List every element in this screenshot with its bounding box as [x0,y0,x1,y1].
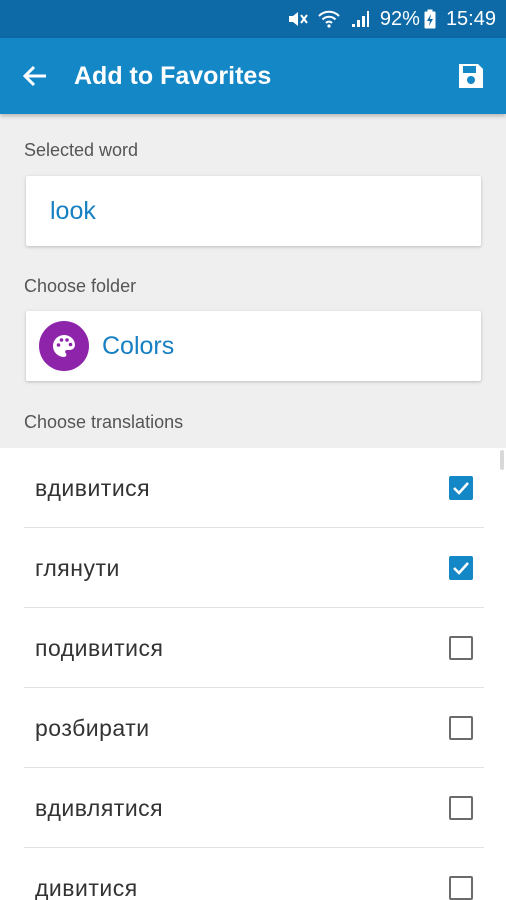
list-item[interactable]: глянути [0,528,506,608]
list-item[interactable]: вдивитися [0,448,506,528]
app-bar: Add to Favorites [0,38,506,114]
folder-name: Colors [102,331,175,360]
checkbox-checked[interactable] [449,556,473,580]
list-item[interactable]: подивитися [0,608,506,688]
list-item[interactable]: розбирати [0,688,506,768]
arrow-left-icon [22,65,46,87]
selected-word-label: Selected word [24,140,139,160]
checkbox-unchecked[interactable] [449,796,473,820]
selected-word-field[interactable]: look [26,176,481,246]
list-item[interactable]: дивитися [0,848,506,900]
translations-list: вдивитися глянути подивитися розбирати в… [0,448,506,900]
list-item[interactable]: вдивлятися [0,768,506,848]
choose-translations-label: Choose translations [24,412,184,432]
signal-icon [350,9,370,29]
save-icon [459,64,483,88]
checkbox-unchecked[interactable] [449,876,473,900]
translation-label: вдивитися [35,475,151,501]
translation-label: глянути [35,555,120,581]
back-button[interactable] [0,38,70,114]
translation-label: розбирати [35,715,150,741]
translation-label: вдивлятися [35,795,164,821]
battery-charging-icon [424,9,436,29]
choose-folder-label: Choose folder [24,276,137,296]
folder-selector[interactable]: Colors [26,311,481,381]
wifi-icon [318,9,340,29]
mute-icon [286,9,308,29]
status-bar: 92% 15:49 [0,0,506,38]
battery-percent: 92% [379,7,420,30]
page-title: Add to Favorites [74,61,272,90]
palette-icon [39,321,89,371]
save-button[interactable] [436,38,506,114]
translation-label: дивитися [35,875,138,900]
translation-label: подивитися [35,635,164,661]
clock: 15:49 [445,7,496,30]
checkbox-checked[interactable] [449,476,473,500]
selected-word-value: look [50,196,96,225]
checkbox-unchecked[interactable] [449,716,473,740]
checkbox-unchecked[interactable] [449,636,473,660]
scrollbar[interactable] [500,450,504,470]
